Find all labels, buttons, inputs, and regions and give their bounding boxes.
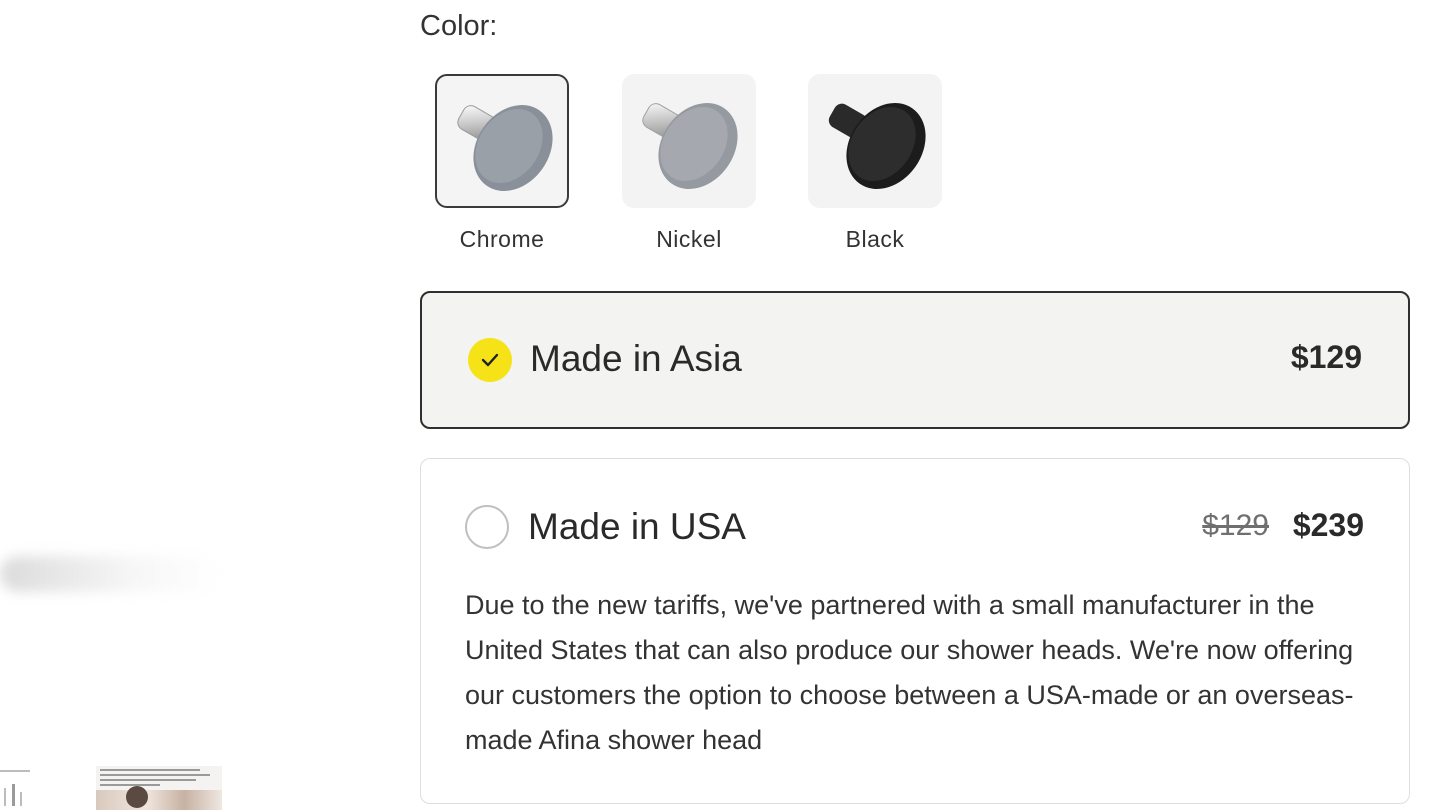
gallery-image-remnant bbox=[0, 556, 220, 592]
option-made-in-asia[interactable]: Made in Asia $129 bbox=[420, 291, 1410, 429]
option-title: Made in Asia bbox=[530, 338, 742, 379]
color-label: Color: bbox=[420, 10, 498, 42]
color-swatch-nickel[interactable] bbox=[622, 74, 756, 208]
gallery-thumbnail[interactable] bbox=[96, 766, 222, 810]
gallery-thumbnail[interactable] bbox=[0, 762, 36, 810]
color-swatch-label: Black bbox=[845, 226, 905, 252]
shower-head-chrome-icon bbox=[457, 105, 553, 191]
shower-head-nickel-icon bbox=[642, 103, 738, 189]
color-swatch-label: Nickel bbox=[656, 226, 722, 252]
color-swatch-chrome[interactable] bbox=[435, 74, 569, 208]
option-price: $239 bbox=[1292, 507, 1364, 543]
option-title: Made in USA bbox=[528, 506, 746, 547]
shower-head-black-icon bbox=[828, 103, 926, 189]
color-swatch-label: Chrome bbox=[459, 226, 545, 252]
option-original-price: $129 bbox=[1202, 509, 1269, 542]
option-made-in-usa[interactable]: Made in USA $129 $239 Due to the new tar… bbox=[420, 458, 1410, 804]
radio-selected[interactable] bbox=[468, 338, 512, 382]
color-swatch-black[interactable] bbox=[808, 74, 942, 208]
option-description: Due to the new tariffs, we've partnered … bbox=[465, 590, 1354, 755]
check-icon bbox=[481, 353, 499, 367]
radio-unselected[interactable] bbox=[465, 505, 509, 549]
option-price: $129 bbox=[1290, 339, 1362, 375]
